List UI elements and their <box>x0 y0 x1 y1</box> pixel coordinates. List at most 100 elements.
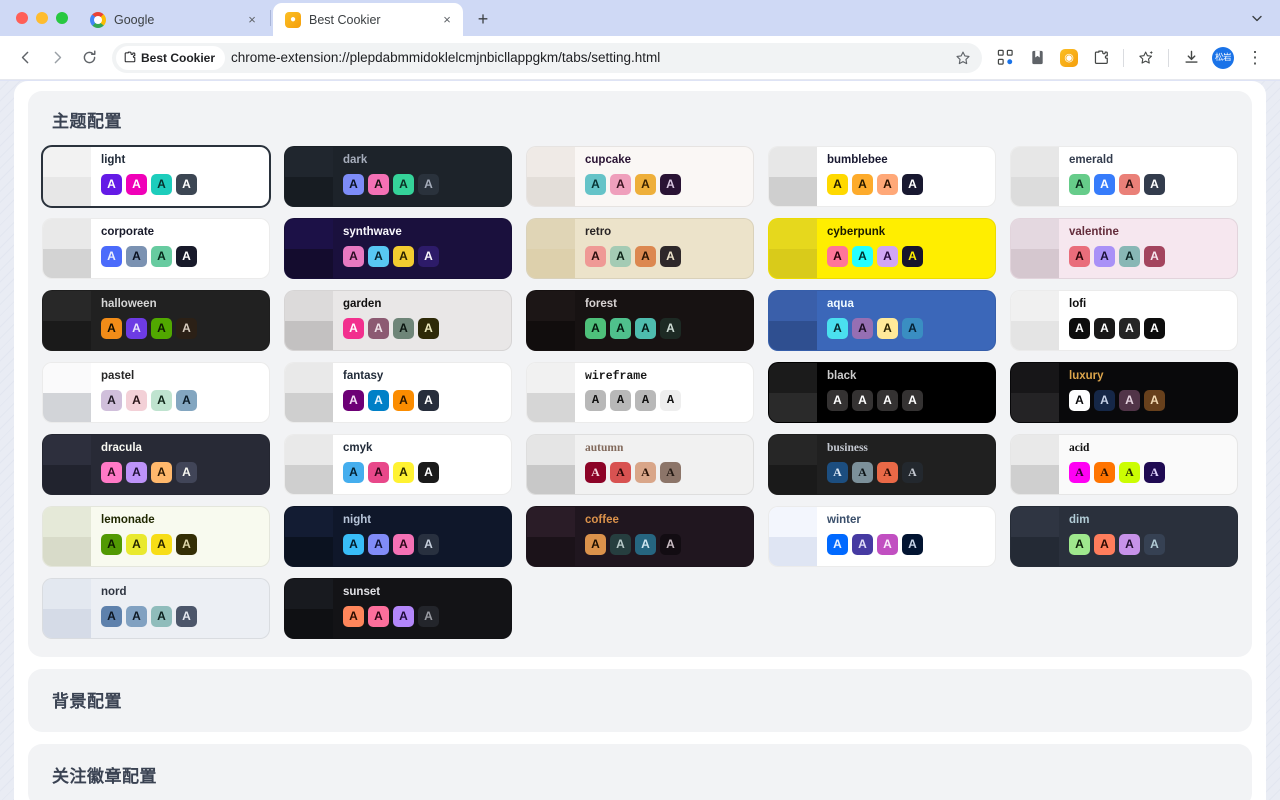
tab-google[interactable]: Google × <box>78 3 268 36</box>
theme-swatches: AAAA <box>585 245 753 267</box>
theme-preview-strip <box>527 147 575 206</box>
downloads-icon[interactable] <box>1176 43 1206 73</box>
theme-name: dracula <box>101 442 142 454</box>
color-swatch: A <box>343 605 364 627</box>
theme-card-emerald[interactable]: emerald A A A A <box>1010 146 1238 207</box>
background-section[interactable]: 背景配置 <box>28 669 1252 732</box>
preview-strip-top <box>769 219 817 249</box>
theme-card-retro[interactable]: retro A A A A <box>526 218 754 279</box>
preview-strip-bottom <box>285 176 333 206</box>
theme-card-acid[interactable]: acid A A A A <box>1010 434 1238 495</box>
close-icon[interactable]: × <box>439 12 455 28</box>
close-icon[interactable]: × <box>244 12 260 28</box>
theme-card-body: autumn A A A A <box>575 435 753 494</box>
theme-swatches: AAAA <box>585 317 753 339</box>
extension-origin-chip[interactable]: Best Cookier <box>116 45 226 70</box>
color-swatch: A <box>635 389 656 411</box>
maximize-window-button[interactable] <box>56 12 68 24</box>
theme-swatches: AAAA <box>585 533 753 555</box>
theme-card-body: night A A A A <box>333 507 511 566</box>
theme-card-lemonade[interactable]: lemonade A A A A <box>42 506 270 567</box>
theme-card-dim[interactable]: dim A A A A <box>1010 506 1238 567</box>
new-tab-button[interactable]: + <box>469 5 497 33</box>
theme-name: nord <box>101 586 127 598</box>
theme-swatches: AAAA <box>827 245 995 267</box>
theme-preview-strip <box>769 291 817 350</box>
color-swatch: A <box>176 245 197 267</box>
theme-swatches: AAAA <box>1069 317 1237 339</box>
theme-card-aqua[interactable]: aqua A A A A <box>768 290 996 351</box>
reading-list-icon[interactable] <box>1022 43 1052 73</box>
theme-card-valentine[interactable]: valentine A A A A <box>1010 218 1238 279</box>
theme-card-forest[interactable]: forest A A A A <box>526 290 754 351</box>
color-swatch: A <box>368 533 389 555</box>
theme-card-cmyk[interactable]: cmyk A A A A <box>284 434 512 495</box>
bookmark-star-icon[interactable] <box>950 45 976 71</box>
reload-icon[interactable] <box>74 43 104 73</box>
badge-section[interactable]: 关注徽章配置 <box>28 744 1252 800</box>
theme-card-cupcake[interactable]: cupcake A A A A <box>526 146 754 207</box>
preview-strip-top <box>43 435 91 465</box>
color-swatch: A <box>368 461 389 483</box>
theme-card-wireframe[interactable]: wireframe A A A A <box>526 362 754 423</box>
theme-card-coffee[interactable]: coffee A A A A <box>526 506 754 567</box>
theme-name: lofi <box>1069 298 1087 310</box>
section-title: 背景配置 <box>52 692 122 711</box>
color-swatch: A <box>368 605 389 627</box>
section-title: 主题配置 <box>52 112 122 131</box>
minimize-window-button[interactable] <box>36 12 48 24</box>
theme-card-pastel[interactable]: pastel A A A A <box>42 362 270 423</box>
address-bar[interactable]: Best Cookier chrome-extension://plepdabm… <box>112 42 982 73</box>
avatar[interactable]: 松岩 <box>1208 43 1238 73</box>
theme-card-garden[interactable]: garden A A A A <box>284 290 512 351</box>
extensions-puzzle-icon[interactable] <box>1086 43 1116 73</box>
qr-code-icon[interactable] <box>990 43 1020 73</box>
theme-card-sunset[interactable]: sunset A A A A <box>284 578 512 639</box>
color-swatch: A <box>1119 317 1140 339</box>
preview-strip-bottom <box>769 248 817 278</box>
theme-card-bumblebee[interactable]: bumblebee A A A A <box>768 146 996 207</box>
theme-card-body: winter A A A A <box>817 507 995 566</box>
preview-strip-bottom <box>43 248 91 278</box>
theme-card-synthwave[interactable]: synthwave A A A A <box>284 218 512 279</box>
theme-card-nord[interactable]: nord A A A A <box>42 578 270 639</box>
theme-card-light[interactable]: light A A A A <box>41 145 271 208</box>
color-swatch: A <box>1144 317 1165 339</box>
browser-menu-icon[interactable]: ⋮ <box>1240 43 1270 73</box>
color-swatch: A <box>1094 461 1115 483</box>
color-swatch: A <box>126 245 147 267</box>
color-swatch: A <box>151 389 172 411</box>
theme-card-luxury[interactable]: luxury A A A A <box>1010 362 1238 423</box>
theme-card-fantasy[interactable]: fantasy A A A A <box>284 362 512 423</box>
url-text[interactable]: chrome-extension://plepdabmmidoklelcmjnb… <box>231 50 944 65</box>
theme-card-cyberpunk[interactable]: cyberpunk A A A A <box>768 218 996 279</box>
tab-best-cookier[interactable]: ● Best Cookier × <box>273 3 463 36</box>
chevron-down-icon[interactable] <box>1244 5 1270 31</box>
back-icon[interactable] <box>10 43 40 73</box>
theme-card-dark[interactable]: dark A A A A <box>284 146 512 207</box>
color-swatch: A <box>585 461 606 483</box>
theme-card-night[interactable]: night A A A A <box>284 506 512 567</box>
theme-name: cmyk <box>343 442 373 454</box>
theme-name: dark <box>343 154 368 166</box>
sparkle-star-icon[interactable] <box>1131 43 1161 73</box>
theme-card-autumn[interactable]: autumn A A A A <box>526 434 754 495</box>
best-cookier-extension-icon[interactable]: ◉ <box>1054 43 1084 73</box>
theme-name: wireframe <box>585 370 648 383</box>
theme-card-lofi[interactable]: lofi A A A A <box>1010 290 1238 351</box>
theme-card-business[interactable]: business A A A A <box>768 434 996 495</box>
color-swatch: A <box>1144 533 1165 555</box>
theme-card-corporate[interactable]: corporate A A A A <box>42 218 270 279</box>
color-swatch: A <box>1144 173 1165 195</box>
close-window-button[interactable] <box>16 12 28 24</box>
theme-name: light <box>101 154 126 166</box>
color-swatch: A <box>418 317 439 339</box>
color-swatch: A <box>101 461 122 483</box>
theme-card-black[interactable]: black A A A A <box>768 362 996 423</box>
theme-card-halloween[interactable]: halloween A A A A <box>42 290 270 351</box>
color-swatch: A <box>101 245 122 267</box>
theme-card-dracula[interactable]: dracula A A A A <box>42 434 270 495</box>
forward-icon[interactable] <box>42 43 72 73</box>
color-swatch: A <box>368 245 389 267</box>
theme-card-winter[interactable]: winter A A A A <box>768 506 996 567</box>
